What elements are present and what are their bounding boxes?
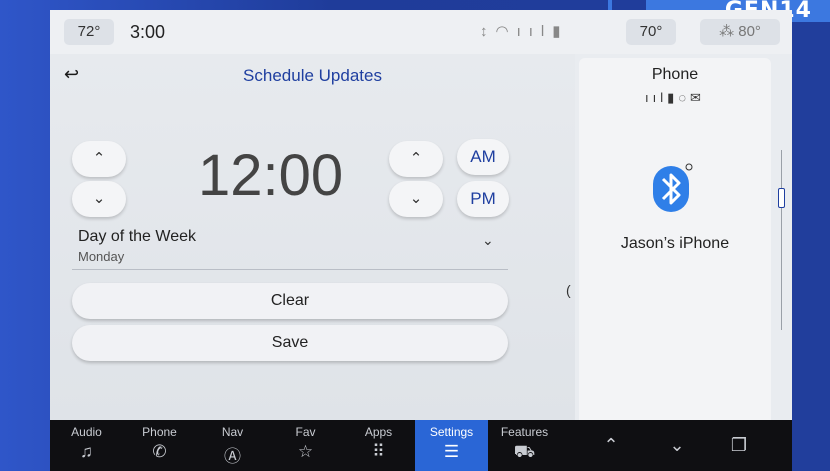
nav-navigation[interactable]: Nav Ⓐ bbox=[196, 420, 269, 471]
schedule-panel: ↩ Schedule Updates ⌃ ⌄ 12:00 ⌃ ⌄ AM PM D… bbox=[50, 54, 575, 420]
music-note-icon: ♫ bbox=[80, 442, 93, 461]
nav-label: Apps bbox=[364, 425, 393, 439]
fan-icon: ⁂ bbox=[719, 23, 739, 40]
minute-up-button[interactable]: ⌃ bbox=[389, 141, 443, 177]
battery-icon: ▮ bbox=[667, 90, 679, 105]
navigation-arrow-icon: Ⓐ bbox=[224, 447, 241, 466]
nav-label: Nav bbox=[221, 425, 244, 439]
gps-signal-icon: ↕ bbox=[480, 23, 496, 40]
window-switch-button[interactable]: ❐ bbox=[715, 420, 763, 471]
am-button[interactable]: AM bbox=[457, 139, 509, 175]
pm-button[interactable]: PM bbox=[457, 181, 509, 217]
phone-panel-title: Phone bbox=[651, 66, 699, 83]
phone-handset-icon: ✆ bbox=[152, 442, 167, 461]
nav-features[interactable]: Features ⛟ bbox=[488, 420, 561, 471]
nav-label: Fav bbox=[295, 425, 316, 439]
status-bar: 72° 3:00 ↕◠ııl▮ 70° ⁂ 80° bbox=[50, 10, 792, 54]
day-of-week-divider bbox=[72, 269, 508, 270]
save-button[interactable]: Save bbox=[72, 325, 508, 361]
clock-display: 12:00 bbox=[198, 143, 344, 208]
day-of-week-value[interactable]: Monday bbox=[78, 249, 124, 264]
mail-icon: ✉ bbox=[690, 90, 705, 105]
connected-device-name: Jason’s iPhone bbox=[620, 235, 730, 252]
apps-grid-icon: ⠿ bbox=[372, 442, 385, 461]
phone-status-icons: ııl▮◌✉ bbox=[579, 90, 771, 106]
chevron-down-icon[interactable]: ⌄ bbox=[482, 232, 494, 249]
status-time: 3:00 bbox=[130, 22, 166, 42]
scroll-up-button[interactable]: ⌃ bbox=[587, 420, 635, 471]
battery-icon: ▮ bbox=[552, 23, 569, 40]
nav-label: Phone bbox=[142, 425, 177, 439]
collapse-panel-icon[interactable]: ( bbox=[566, 282, 571, 298]
page-title: Schedule Updates bbox=[243, 66, 382, 85]
wifi-icon: ◠ bbox=[495, 23, 517, 40]
cell-signal-icon: ııl bbox=[516, 23, 553, 40]
phone-panel[interactable]: Phone ııl▮◌✉ Jason’s iPhone bbox=[579, 58, 771, 430]
infotainment-screen: 72° 3:00 ↕◠ııl▮ 70° ⁂ 80° ↩ Schedule Upd… bbox=[50, 10, 792, 471]
scrollbar-thumb[interactable] bbox=[778, 188, 785, 208]
fan-temp-value: 80° bbox=[738, 23, 761, 40]
hour-up-button[interactable]: ⌃ bbox=[72, 141, 126, 177]
nav-phone[interactable]: Phone ✆ bbox=[123, 420, 196, 471]
bottom-nav-bar: Audio ♫ Phone ✆ Nav Ⓐ Fav ☆ Apps ⠿ Setti… bbox=[50, 420, 792, 471]
bluetooth-icon bbox=[653, 163, 693, 212]
cabin-temp-pill[interactable]: 70° bbox=[626, 19, 676, 45]
nav-label: Settings bbox=[429, 425, 474, 439]
clear-button[interactable]: Clear bbox=[72, 283, 508, 319]
truck-icon: ⛟ bbox=[513, 442, 536, 461]
nav-label: Features bbox=[500, 425, 549, 439]
day-of-week-label: Day of the Week bbox=[78, 228, 196, 245]
scrollbar-track[interactable] bbox=[781, 150, 782, 330]
status-icons: ↕◠ııl▮ bbox=[480, 19, 569, 45]
nav-settings[interactable]: Settings ☰ bbox=[415, 420, 488, 471]
nav-label: Audio bbox=[71, 425, 102, 439]
nav-favorites[interactable]: Fav ☆ bbox=[269, 420, 342, 471]
nav-apps[interactable]: Apps ⠿ bbox=[342, 420, 415, 471]
hour-down-button[interactable]: ⌄ bbox=[72, 181, 126, 217]
fan-temp-pill[interactable]: ⁂ 80° bbox=[700, 19, 780, 45]
nav-audio[interactable]: Audio ♫ bbox=[50, 420, 123, 471]
sliders-icon: ☰ bbox=[443, 442, 460, 461]
cell-signal-icon: ııl bbox=[645, 90, 668, 105]
star-plus-icon: ☆ bbox=[297, 442, 314, 461]
messages-icon: ◌ bbox=[678, 90, 691, 105]
scroll-down-button[interactable]: ⌄ bbox=[653, 420, 701, 471]
outside-temp-pill[interactable]: 72° bbox=[64, 19, 114, 45]
minute-down-button[interactable]: ⌄ bbox=[389, 181, 443, 217]
